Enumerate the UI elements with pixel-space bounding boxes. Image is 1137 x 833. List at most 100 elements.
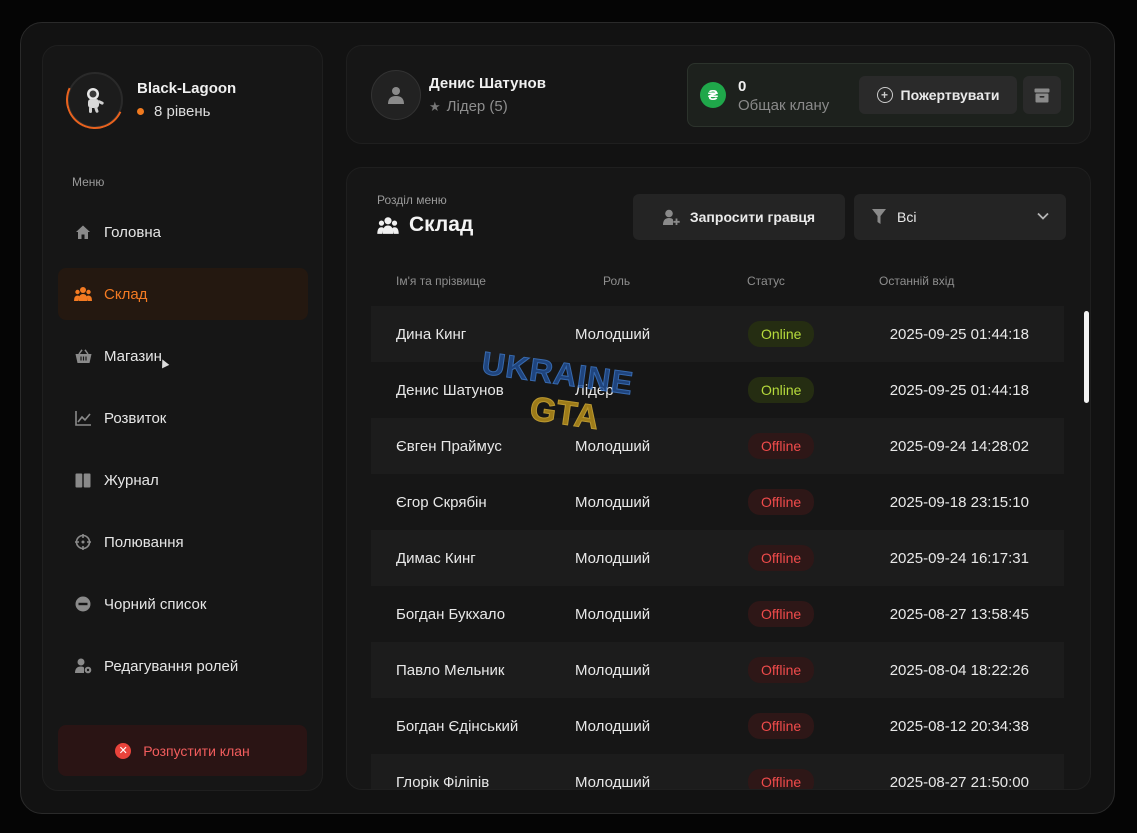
member-role: Молодший [575, 437, 651, 455]
filter-value: Всі [897, 209, 917, 225]
status-badge: Offline [748, 769, 815, 789]
members-table: Дина Кинг Молодший Online 2025-09-25 01:44:… [371, 306, 1064, 790]
clan-level-label: 8 рівень [154, 103, 211, 120]
table-row[interactable]: Павло Мельник Молодший Offline 2025-08-04 1… [371, 642, 1064, 698]
members-panel: Розділ меню Склад Запросити гравця Всі І… [346, 167, 1091, 790]
table-row[interactable]: Димас Кинг Молодший Offline 2025-09-24 16:1… [371, 530, 1064, 586]
sidebar-item-label: Склад [104, 285, 148, 303]
users-icon [377, 216, 399, 235]
sidebar-item-journal[interactable]: Журнал [58, 454, 308, 506]
member-role: Молодший [575, 773, 651, 790]
block-icon [74, 595, 92, 613]
disband-clan-button[interactable]: ✕ Розпустити клан [58, 725, 307, 776]
archive-button[interactable] [1023, 76, 1061, 114]
add-user-icon [662, 209, 680, 226]
astronaut-icon [87, 88, 104, 113]
member-last-login: 2025-09-25 01:44:18 [889, 325, 1029, 343]
sidebar-item-label: Головна [104, 223, 161, 241]
close-circle-icon: ✕ [115, 742, 132, 759]
status-cell: Offline [748, 433, 815, 459]
member-last-login: 2025-08-27 21:50:00 [889, 773, 1029, 790]
sidebar-item-label: Журнал [104, 471, 159, 489]
sidebar-item-shop[interactable]: Магазин [58, 330, 308, 382]
member-role: Молодший [575, 493, 651, 511]
sidebar-item-label: Чорний список [104, 595, 207, 613]
basket-icon [74, 347, 92, 365]
sidebar-item-label: Розвиток [104, 409, 167, 427]
table-row[interactable]: Денис Шатунов Лідер Online 2025-09-25 01:44… [371, 362, 1064, 418]
hryvnia-icon: ₴ [700, 82, 726, 108]
status-cell: Offline [748, 713, 815, 739]
status-badge: Offline [748, 545, 815, 571]
plus-circle-icon: + [876, 87, 893, 103]
member-last-login: 2025-09-25 01:44:18 [889, 381, 1029, 399]
member-last-login: 2025-08-12 20:34:38 [889, 717, 1029, 735]
status-badge: Online [748, 377, 815, 403]
member-role: Молодший [575, 325, 651, 343]
sidebar-menu: Головна Склад Магазин Розвиток Журнал По… [58, 206, 308, 702]
status-cell: Offline [748, 769, 815, 789]
table-row[interactable]: Дина Кинг Молодший Online 2025-09-25 01:44:… [371, 306, 1064, 362]
member-role: Молодший [575, 549, 651, 567]
member-last-login: 2025-09-18 23:15:10 [889, 493, 1029, 511]
member-last-login: 2025-09-24 14:28:02 [889, 437, 1029, 455]
member-name: Євген Праймус [396, 437, 502, 455]
role-filter-select[interactable]: Всі [854, 194, 1066, 240]
user-header: Денис Шатунов ★ Лідер (5) ₴ 0 Общак клан… [346, 45, 1091, 144]
member-name: Богдан Букхало [396, 605, 506, 623]
table-row[interactable]: Глорік Філіпів Молодший Offline 2025-08-27 … [371, 754, 1064, 790]
column-header-name: Ім'я та прізвище [396, 274, 486, 288]
chevron-down-icon [1036, 209, 1050, 226]
status-cell: Offline [748, 545, 815, 571]
member-name: Дина Кинг [396, 325, 467, 343]
chart-icon [74, 409, 92, 427]
filter-icon [872, 209, 886, 227]
member-last-login: 2025-08-27 13:58:45 [889, 605, 1029, 623]
level-dot [137, 108, 144, 115]
table-row[interactable]: Богдан Єдінський Молодший Offline 2025-08-1… [371, 698, 1064, 754]
status-badge: Offline [748, 601, 815, 627]
member-last-login: 2025-08-04 18:22:26 [889, 661, 1029, 679]
sidebar-item-label: Магазин [104, 347, 162, 365]
sidebar-item-hunting[interactable]: Полювання [58, 516, 308, 568]
clan-treasury: ₴ 0 Общак клану + Пожертвувати [687, 63, 1074, 127]
column-header-role: Роль [603, 274, 631, 288]
star-icon: ★ [429, 98, 441, 114]
donate-button[interactable]: + Пожертвувати [859, 76, 1017, 114]
status-badge: Offline [748, 489, 815, 515]
page-title: Склад [377, 213, 473, 237]
member-name: Денис Шатунов [396, 381, 504, 399]
status-badge: Offline [748, 433, 815, 459]
status-cell: Online [748, 321, 815, 347]
user-avatar [371, 70, 421, 120]
sidebar-item-sklad[interactable]: Склад [58, 268, 308, 320]
treasury-label: Общак клану [738, 97, 830, 114]
invite-player-button[interactable]: Запросити гравця [633, 194, 845, 240]
sidebar-item-development[interactable]: Розвиток [58, 392, 308, 444]
member-role: Молодший [575, 605, 651, 623]
member-name: Димас Кинг [396, 549, 476, 567]
member-last-login: 2025-09-24 16:17:31 [889, 549, 1029, 567]
sidebar-item-blacklist[interactable]: Чорний список [58, 578, 308, 630]
user-settings-icon [74, 657, 92, 675]
crosshair-icon [74, 533, 92, 551]
sidebar-item-roles[interactable]: Редагування ролей [58, 640, 308, 692]
section-caption: Розділ меню [377, 193, 447, 207]
table-row[interactable]: Євген Праймус Молодший Offline 2025-09-24 1… [371, 418, 1064, 474]
user-role: ★ Лідер (5) [429, 98, 508, 115]
scrollbar-thumb[interactable] [1084, 311, 1089, 403]
table-row[interactable]: Єгор Скрябін Молодший Offline 2025-09-18 23… [371, 474, 1064, 530]
member-role: Молодший [575, 717, 651, 735]
sidebar-item-home[interactable]: Головна [58, 206, 308, 258]
sidebar-item-label: Полювання [104, 533, 184, 551]
sidebar: Black-Lagoon 8 рівень Меню Головна Склад… [42, 45, 323, 791]
status-badge: Offline [748, 657, 815, 683]
status-badge: Offline [748, 713, 815, 739]
member-role: Лідер [575, 381, 614, 399]
disband-label: Розпустити клан [143, 742, 250, 759]
column-header-last-login: Останній вхід [879, 274, 955, 288]
clan-avatar [67, 72, 123, 128]
member-name: Павло Мельник [396, 661, 505, 679]
table-row[interactable]: Богдан Букхало Молодший Offline 2025-08-27 … [371, 586, 1064, 642]
book-icon [74, 471, 92, 489]
